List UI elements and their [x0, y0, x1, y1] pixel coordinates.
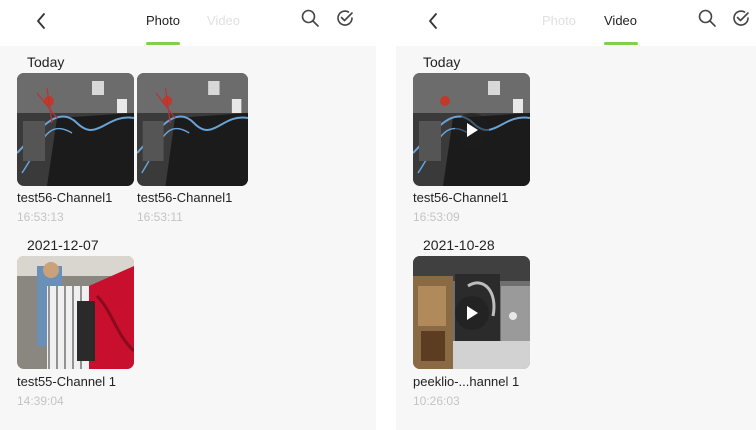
photo-thumbnail[interactable]: [17, 73, 134, 186]
top-bar: Photo Video: [396, 0, 756, 46]
video-name: test56-Channel1: [413, 190, 509, 205]
date-header: Today: [27, 54, 65, 70]
date-header: Today: [423, 54, 461, 70]
video-thumbnail[interactable]: [413, 256, 530, 369]
play-icon: [466, 305, 478, 320]
select-mode-button[interactable]: [334, 7, 356, 29]
chevron-left-icon: [429, 13, 437, 29]
photo-name: test56-Channel1: [17, 190, 113, 205]
photo-gallery-screen: Photo Video Today test56-Channel1 16:53:…: [0, 0, 376, 430]
search-button[interactable]: [696, 7, 718, 29]
tab-photo[interactable]: Photo: [542, 13, 576, 28]
camera-snapshot-image: [17, 73, 134, 186]
photo-time: 14:39:04: [17, 394, 64, 408]
date-header: 2021-10-28: [423, 237, 495, 253]
tab-video[interactable]: Video: [604, 13, 637, 28]
video-time: 10:26:03: [413, 394, 460, 408]
video-gallery-screen: Photo Video Today test56-Channel1 16:53:…: [396, 0, 756, 430]
play-icon: [466, 122, 478, 137]
back-button[interactable]: [28, 8, 54, 34]
photo-time: 16:53:11: [137, 210, 183, 224]
search-icon: [301, 9, 319, 27]
photo-thumbnail[interactable]: [137, 73, 248, 186]
search-icon: [698, 9, 716, 27]
camera-snapshot-image: [17, 256, 134, 369]
search-button[interactable]: [299, 7, 321, 29]
photo-thumbnail[interactable]: [17, 256, 134, 369]
check-circle-icon: [337, 10, 353, 26]
video-time: 16:53:09: [413, 210, 460, 224]
photo-name: test55-Channel 1: [17, 374, 117, 389]
tab-photo[interactable]: Photo: [146, 13, 180, 28]
video-name: peeklio-...hannel 1: [413, 374, 520, 389]
select-mode-button[interactable]: [730, 7, 752, 29]
play-button[interactable]: [454, 112, 489, 147]
active-tab-indicator: [146, 42, 180, 45]
check-circle-icon: [733, 10, 749, 26]
top-bar: Photo Video: [0, 0, 376, 46]
play-button[interactable]: [454, 295, 489, 330]
video-thumbnail[interactable]: [413, 73, 530, 186]
camera-snapshot-image: [137, 73, 248, 186]
photo-name: test56-Channel1: [137, 190, 233, 205]
back-button[interactable]: [420, 8, 446, 34]
active-tab-indicator: [604, 42, 638, 45]
tab-video[interactable]: Video: [207, 13, 240, 28]
photo-time: 16:53:13: [17, 210, 64, 224]
date-header: 2021-12-07: [27, 237, 99, 253]
chevron-left-icon: [37, 13, 45, 29]
